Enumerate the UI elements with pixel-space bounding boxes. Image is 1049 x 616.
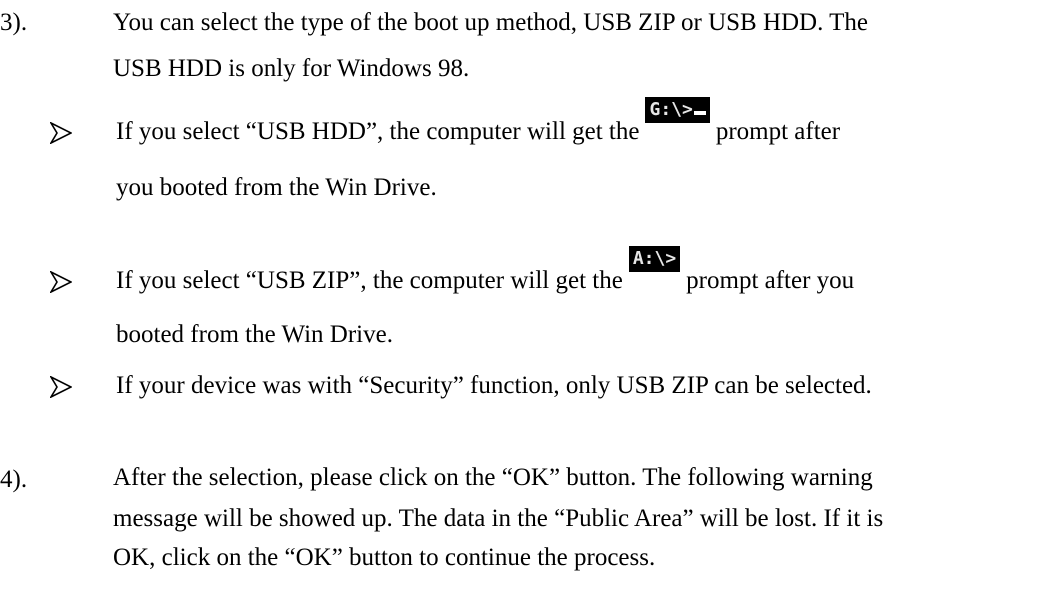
bullet-security: If your device was with “Security” funct… (50, 367, 1040, 407)
step-4-line-2: message will be showed up. The data in t… (113, 505, 884, 532)
bullet-security-text: If your device was with “Security” funct… (116, 372, 872, 399)
a-drive-prompt-image: A:\> (628, 246, 681, 272)
bullet-usb-zip-text-after: prompt after you (686, 267, 855, 294)
bullet-usb-hdd-line-1: If you select “USB HDD”, the computer wi… (116, 97, 841, 149)
bullet-usb-zip: If you select “USB ZIP”, the computer wi… (50, 246, 1040, 369)
step-4-number: 4). (0, 466, 28, 493)
bullet-usb-zip-text: If you select “USB ZIP”, the computer wi… (116, 267, 623, 294)
bullet-usb-hdd-text-after: prompt after (715, 118, 841, 145)
step-3-number: 3). (0, 9, 28, 36)
step-4-line-1: After the selection, please click on the… (113, 464, 873, 491)
g-drive-prompt-text: G:\> (649, 99, 693, 120)
bullet-usb-hdd-line-2: you booted from the Win Drive. (116, 174, 437, 201)
bullet-usb-zip-line-2: booted from the Win Drive. (116, 321, 393, 348)
bullet-usb-zip-line-1: If you select “USB ZIP”, the computer wi… (116, 246, 855, 298)
step-3-line-1: You can select the type of the boot up m… (113, 9, 869, 36)
step-3-line-2: USB HDD is only for Windows 98. (113, 55, 470, 82)
g-drive-prompt-image: G:\> (645, 97, 710, 123)
arrowhead-bullet-icon (50, 376, 72, 398)
bullet-usb-hdd: If you select “USB HDD”, the computer wi… (50, 97, 1040, 220)
arrowhead-bullet-icon (50, 122, 72, 144)
a-drive-prompt-text: A:\> (632, 248, 677, 269)
cursor-icon (693, 111, 706, 115)
bullet-usb-hdd-text: If you select “USB HDD”, the computer wi… (116, 118, 640, 145)
arrowhead-bullet-icon (50, 271, 72, 293)
step-4-line-3: OK, click on the “OK” button to continue… (113, 544, 656, 571)
